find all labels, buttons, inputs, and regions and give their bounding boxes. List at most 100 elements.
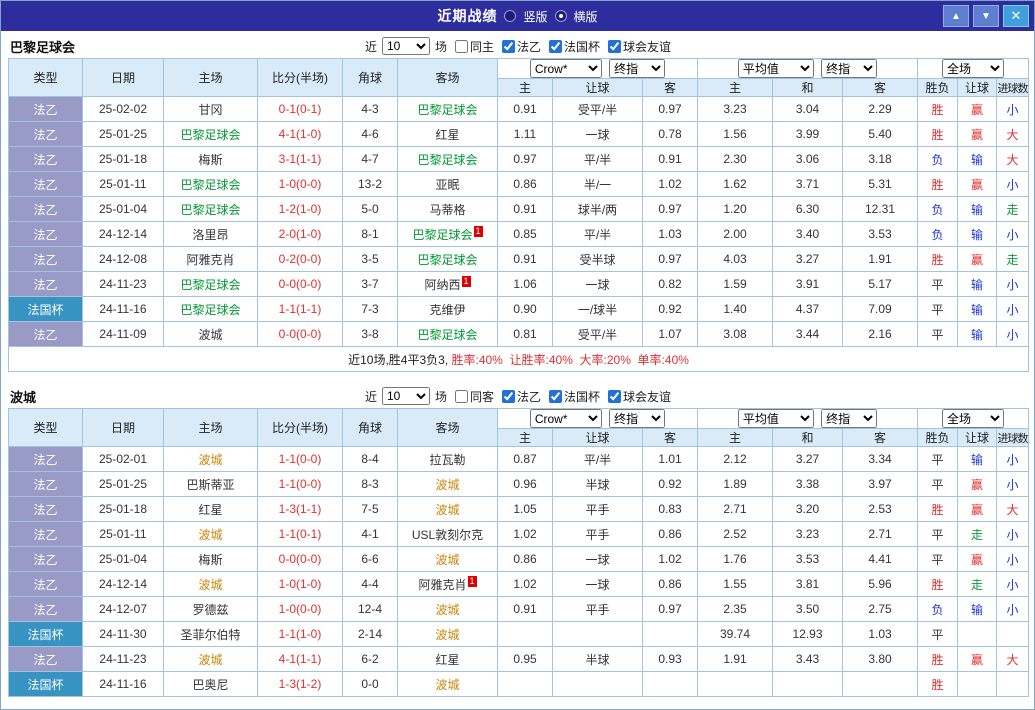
scope-select[interactable]: 全场: [942, 59, 1004, 78]
score-cell: 2-0(1-0): [258, 222, 343, 247]
filter-controls: 近 10 场 同客 法乙 法国杯: [365, 387, 671, 405]
team-title: 巴黎足球会: [10, 37, 75, 56]
match-count-select[interactable]: 10: [382, 387, 430, 405]
col-eu-home: 主: [698, 429, 773, 447]
layout-radio-vertical-label[interactable]: 竖版: [523, 8, 547, 25]
team-name: 巴斯蒂亚: [186, 478, 234, 492]
team-name: 克维伊: [429, 303, 465, 317]
summary-stats: 胜率:40% 让胜率:40% 大率:20% 单率:40%: [452, 353, 689, 367]
corner-cell: 4-4: [343, 572, 398, 597]
friendly-checkbox[interactable]: [608, 390, 621, 403]
euro-draw-odds-cell: 3.40: [773, 222, 843, 247]
scroll-up-button[interactable]: ▲: [943, 5, 969, 27]
away-team-cell: 克维伊: [398, 297, 498, 322]
euro-home-odds-cell: 1.56: [698, 122, 773, 147]
result-cell: 胜: [918, 122, 958, 147]
handicap-result-cell: 输: [958, 322, 997, 347]
asian-handicap-cell: 一球: [553, 122, 643, 147]
col-eu-away: 客: [843, 429, 918, 447]
score-cell: 0-2(0-0): [258, 247, 343, 272]
scope-select[interactable]: 全场: [942, 409, 1004, 428]
asian-away-odds-cell: [643, 672, 698, 697]
asian-handicap-cell: [553, 622, 643, 647]
date-cell: 25-01-25: [83, 122, 164, 147]
match-row: 法乙24-12-14洛里昂2-0(1-0)8-1巴黎足球会10.85平/半1.0…: [9, 222, 1029, 247]
cup-label: 法国杯: [564, 38, 600, 55]
home-team-cell: 巴黎足球会: [164, 272, 258, 297]
goals-result-cell: 走: [997, 247, 1029, 272]
layout-radio-horizontal-label[interactable]: 横版: [574, 8, 598, 25]
col-type: 类型: [9, 409, 83, 447]
date-cell: 25-01-04: [83, 547, 164, 572]
col-eu-draw: 和: [773, 429, 843, 447]
away-team-cell: 巴黎足球会: [398, 247, 498, 272]
goals-result-cell: 大: [997, 147, 1029, 172]
scroll-down-button[interactable]: ▼: [973, 5, 999, 27]
ligue2-checkbox[interactable]: [502, 40, 515, 53]
handicap-result-cell: 赢: [958, 97, 997, 122]
match-row: 法乙25-02-01波城1-1(0-0)8-4拉瓦勒0.87平/半1.012.1…: [9, 447, 1029, 472]
asian-home-odds-cell: 0.85: [498, 222, 553, 247]
recent-results-panel: 近期战绩 竖版 横版 ▲ ▼ ✕ 巴黎足球会 近 10 场 同主: [0, 0, 1035, 710]
euro-away-odds-cell: 2.53: [843, 497, 918, 522]
col-home: 主场: [164, 59, 258, 97]
match-count-select[interactable]: 10: [382, 37, 430, 55]
team-name: 梅斯: [198, 153, 222, 167]
home-team-cell: 圣菲尔伯特: [164, 622, 258, 647]
friendly-label: 球会友谊: [623, 388, 671, 405]
goals-result-cell: 小: [997, 222, 1029, 247]
date-cell: 24-11-16: [83, 672, 164, 697]
team-name: 巴黎足球会: [417, 328, 477, 342]
score-cell: 4-1(1-0): [258, 122, 343, 147]
away-team-cell: 阿雅克肖1: [398, 572, 498, 597]
cup-checkbox[interactable]: [549, 390, 562, 403]
league-cell: 法国杯: [9, 672, 83, 697]
col-date: 日期: [83, 409, 164, 447]
away-team-cell: 波城: [398, 672, 498, 697]
near-label: 近: [365, 38, 377, 55]
same-venue-checkbox[interactable]: [455, 40, 468, 53]
asian-handicap-cell: 受半球: [553, 247, 643, 272]
same-venue-filter: 同主: [455, 38, 494, 55]
asian-away-odds-cell: 1.07: [643, 322, 698, 347]
league-cell: 法乙: [9, 472, 83, 497]
team-name: 巴黎足球会: [180, 178, 240, 192]
team-name: 梅斯: [198, 553, 222, 567]
match-row: 法乙25-01-11巴黎足球会1-0(0-0)13-2亚眠0.86半/一1.02…: [9, 172, 1029, 197]
asian-away-odds-cell: 1.02: [643, 547, 698, 572]
team-name: 波城: [435, 678, 459, 692]
layout-radio-vertical[interactable]: [504, 10, 516, 22]
close-button[interactable]: ✕: [1003, 5, 1029, 27]
league-filter-cup: 法国杯: [549, 38, 600, 55]
euro-period-select[interactable]: 终指: [821, 409, 877, 428]
team-name: 巴黎足球会: [180, 303, 240, 317]
friendly-checkbox[interactable]: [608, 40, 621, 53]
team-name: 红星: [198, 503, 222, 517]
asian-away-odds-cell: 1.02: [643, 172, 698, 197]
euro-avg-select[interactable]: 平均值: [738, 59, 814, 78]
asian-away-odds-cell: 0.78: [643, 122, 698, 147]
handicap-result-cell: 输: [958, 272, 997, 297]
euro-away-odds-cell: 3.53: [843, 222, 918, 247]
odds-company-select[interactable]: Crow*: [530, 409, 602, 428]
euro-away-odds-cell: 1.91: [843, 247, 918, 272]
euro-home-odds-cell: 4.03: [698, 247, 773, 272]
odds-period-select[interactable]: 终指: [609, 59, 665, 78]
col-ah-line: 让球: [553, 429, 643, 447]
same-venue-checkbox[interactable]: [455, 390, 468, 403]
odds-period-select[interactable]: 终指: [609, 409, 665, 428]
result-cell: 平: [918, 547, 958, 572]
odds-company-select[interactable]: Crow*: [530, 59, 602, 78]
euro-home-odds-cell: [698, 672, 773, 697]
up-arrow-icon: ▲: [951, 11, 961, 22]
corner-cell: 4-6: [343, 122, 398, 147]
col-score: 比分(半场): [258, 409, 343, 447]
asian-home-odds-cell: [498, 622, 553, 647]
layout-radio-horizontal[interactable]: [555, 10, 567, 22]
euro-avg-select[interactable]: 平均值: [738, 409, 814, 428]
euro-draw-odds-cell: 4.37: [773, 297, 843, 322]
euro-period-select[interactable]: 终指: [821, 59, 877, 78]
cup-checkbox[interactable]: [549, 40, 562, 53]
ligue2-checkbox[interactable]: [502, 390, 515, 403]
home-team-cell: 波城: [164, 322, 258, 347]
